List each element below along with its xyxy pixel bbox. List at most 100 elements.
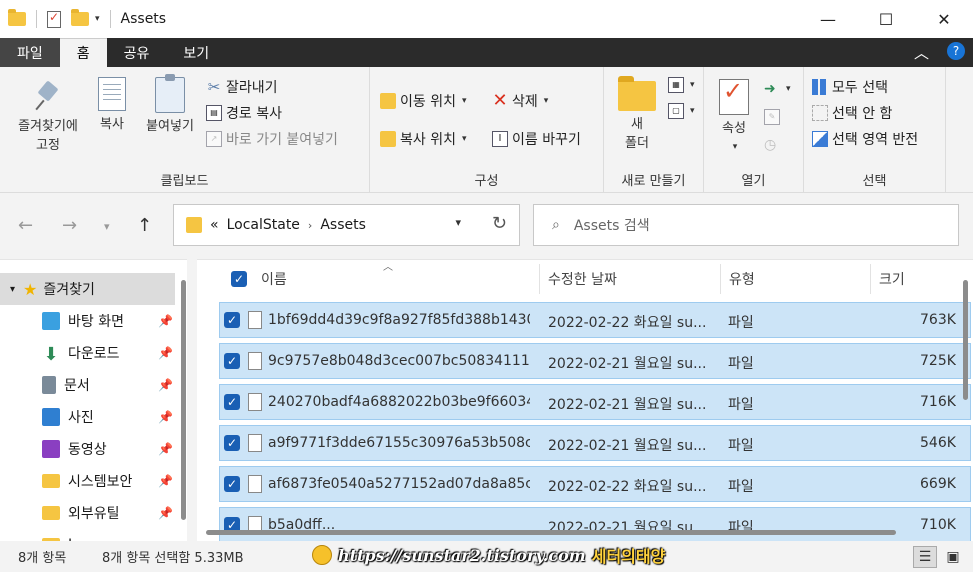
refresh-icon[interactable]: ↻ xyxy=(492,213,507,234)
vertical-scrollbar[interactable] xyxy=(963,280,968,400)
nav-item-documents[interactable]: 문서 📌 xyxy=(0,369,175,401)
open-button[interactable]: ➜ ▾ xyxy=(764,81,791,97)
column-divider[interactable] xyxy=(870,264,871,294)
nav-scrollbar[interactable] xyxy=(181,280,186,520)
pin-icon[interactable]: 📌 xyxy=(158,474,173,488)
breadcrumb-localstate[interactable]: LocalState xyxy=(227,217,300,233)
column-type[interactable]: 유형 xyxy=(729,269,755,289)
back-arrow-icon[interactable]: ← xyxy=(18,215,33,236)
table-row[interactable]: ✓ 9c9757e8b048d3cec007bc508341112... 202… xyxy=(219,343,971,379)
emoji-icon xyxy=(312,545,332,565)
horizontal-scrollbar[interactable] xyxy=(206,530,896,535)
copy-to-label: 복사 위치 xyxy=(400,132,456,148)
copy-to-button[interactable]: 복사 위치 ▾ xyxy=(380,129,467,149)
file-modified: 2022-02-22 화요일 su... xyxy=(548,315,707,331)
details-view-icon[interactable]: ☰ xyxy=(913,546,937,568)
nav-quick-access-label: 즐겨찾기 xyxy=(43,282,95,298)
help-icon[interactable]: ? xyxy=(947,42,965,60)
minimize-button[interactable]: — xyxy=(799,0,857,38)
column-name[interactable]: 이름 xyxy=(261,269,287,289)
pane-splitter[interactable] xyxy=(187,259,197,541)
address-dropdown-icon[interactable]: ▾ xyxy=(455,216,461,229)
maximize-button[interactable]: ☐ xyxy=(857,0,915,38)
pin-icon[interactable]: 📌 xyxy=(158,314,173,328)
nav-item-pictures[interactable]: 사진 📌 xyxy=(0,401,175,433)
select-none-button[interactable]: 선택 안 함 xyxy=(812,103,892,123)
nav-item-desktop[interactable]: 바탕 화면 📌 xyxy=(0,305,175,337)
row-checkbox[interactable]: ✓ xyxy=(224,476,240,492)
pin-icon[interactable]: 📌 xyxy=(158,442,173,456)
invert-selection-button[interactable]: 선택 영역 반전 xyxy=(812,129,918,149)
easy-access-button[interactable]: ▢ ▾ xyxy=(668,103,695,119)
tab-file[interactable]: 파일 xyxy=(0,38,60,67)
breadcrumb-chevron-icon[interactable]: › xyxy=(308,219,312,232)
new-item-dropdown-icon: ▾ xyxy=(690,80,695,90)
pin-icon[interactable]: 📌 xyxy=(158,506,173,520)
pin-icon[interactable]: 📌 xyxy=(158,410,173,424)
row-checkbox[interactable]: ✓ xyxy=(224,353,240,369)
table-row[interactable]: ✓ 240270badf4a6882022b03be9f66034... 202… xyxy=(219,384,971,420)
paste-shortcut-button[interactable]: ↗ 바로 가기 붙여넣기 xyxy=(206,129,338,149)
table-row[interactable]: ✓ a9f9771f3dde67155c30976a53b508c7... 20… xyxy=(219,425,971,461)
nav-item-videos[interactable]: 동영상 📌 xyxy=(0,433,175,465)
nav-item-external-utils[interactable]: 외부유틸 📌 xyxy=(0,497,175,529)
new-folder-quick-icon[interactable] xyxy=(71,9,89,26)
collapse-chevron-icon[interactable]: ▾ xyxy=(10,284,15,295)
pin-icon[interactable]: 📌 xyxy=(158,346,173,360)
forward-arrow-icon[interactable]: → xyxy=(62,215,77,236)
nav-quick-access[interactable]: ▾ ★ 즐겨찾기 xyxy=(0,273,175,305)
divider xyxy=(109,10,111,28)
file-size: 725K xyxy=(920,353,956,369)
history-button[interactable]: ◷ xyxy=(764,137,780,153)
nav-item-folder[interactable]: I xyxy=(0,529,175,541)
select-all-button[interactable]: 모두 선택 xyxy=(812,77,888,97)
file-type: 파일 xyxy=(728,315,754,331)
quick-access-dropdown-icon[interactable]: ▾ xyxy=(95,14,100,24)
up-arrow-icon[interactable]: ↑ xyxy=(137,215,152,236)
row-checkbox[interactable]: ✓ xyxy=(224,435,240,451)
invert-selection-icon xyxy=(812,131,828,147)
nav-item-system-security[interactable]: 시스템보안 📌 xyxy=(0,465,175,497)
properties-quick-icon[interactable] xyxy=(47,10,61,28)
row-checkbox[interactable]: ✓ xyxy=(224,394,240,410)
row-checkbox[interactable]: ✓ xyxy=(224,312,240,328)
address-bar[interactable]: « LocalState › Assets ▾ ↻ xyxy=(173,204,520,246)
close-button[interactable]: ✕ xyxy=(915,0,973,38)
pin-to-quick-access-button[interactable]: 즐겨찾기에 고정 xyxy=(6,81,90,155)
column-size[interactable]: 크기 xyxy=(879,269,905,289)
divider xyxy=(36,10,37,28)
properties-button[interactable]: 속성 ▾ xyxy=(712,79,756,157)
cut-button[interactable]: ✂ 잘라내기 xyxy=(206,77,278,97)
folder-icon xyxy=(42,506,60,520)
file-size: 716K xyxy=(920,394,956,410)
paste-button[interactable]: 붙여넣기 xyxy=(138,74,202,136)
move-to-button[interactable]: 이동 위치 ▾ xyxy=(380,91,467,111)
new-folder-button[interactable]: 새 폴더 xyxy=(614,76,660,153)
pin-icon[interactable]: 📌 xyxy=(158,378,173,392)
window-title: Assets xyxy=(120,11,167,27)
rename-button[interactable]: I 이름 바꾸기 xyxy=(492,129,581,149)
copy-button[interactable]: 복사 xyxy=(90,77,134,134)
tab-share[interactable]: 공유 xyxy=(107,38,167,67)
file-size: 669K xyxy=(920,476,956,492)
delete-button[interactable]: ✕ 삭제 ▾ xyxy=(492,91,548,111)
breadcrumb-assets[interactable]: Assets xyxy=(320,217,366,233)
recent-locations-icon[interactable]: ▾ xyxy=(104,220,110,233)
nav-item-downloads[interactable]: ⬇ 다운로드 📌 xyxy=(0,337,175,369)
search-box[interactable]: ⌕ Assets 검색 xyxy=(533,204,959,246)
column-divider[interactable] xyxy=(720,264,721,294)
column-divider[interactable] xyxy=(539,264,540,294)
table-row[interactable]: ✓ 1bf69dd4d39c9f8a927f85fd388b1430... 20… xyxy=(219,302,971,338)
collapse-ribbon-icon[interactable]: ︿ xyxy=(914,42,929,63)
large-icons-view-icon[interactable]: ▣ xyxy=(941,546,965,568)
breadcrumb-overflow[interactable]: « xyxy=(210,217,219,233)
edit-button[interactable]: ✎ xyxy=(764,109,780,125)
column-modified[interactable]: 수정한 날짜 xyxy=(548,269,617,289)
new-item-button[interactable]: ▦ ▾ xyxy=(668,77,695,93)
select-all-checkbox[interactable]: ✓ xyxy=(231,271,247,287)
table-row[interactable]: ✓ af6873fe0540a5277152ad07da8a85c4... 20… xyxy=(219,466,971,502)
tab-view[interactable]: 보기 xyxy=(166,38,226,67)
tab-home[interactable]: 홈 xyxy=(59,38,107,67)
table-row[interactable]: ✓ b5a0dff... 2022-02-21 월요일 su... 파일 710… xyxy=(219,507,971,541)
copy-path-button[interactable]: ▤ 경로 복사 xyxy=(206,103,282,123)
